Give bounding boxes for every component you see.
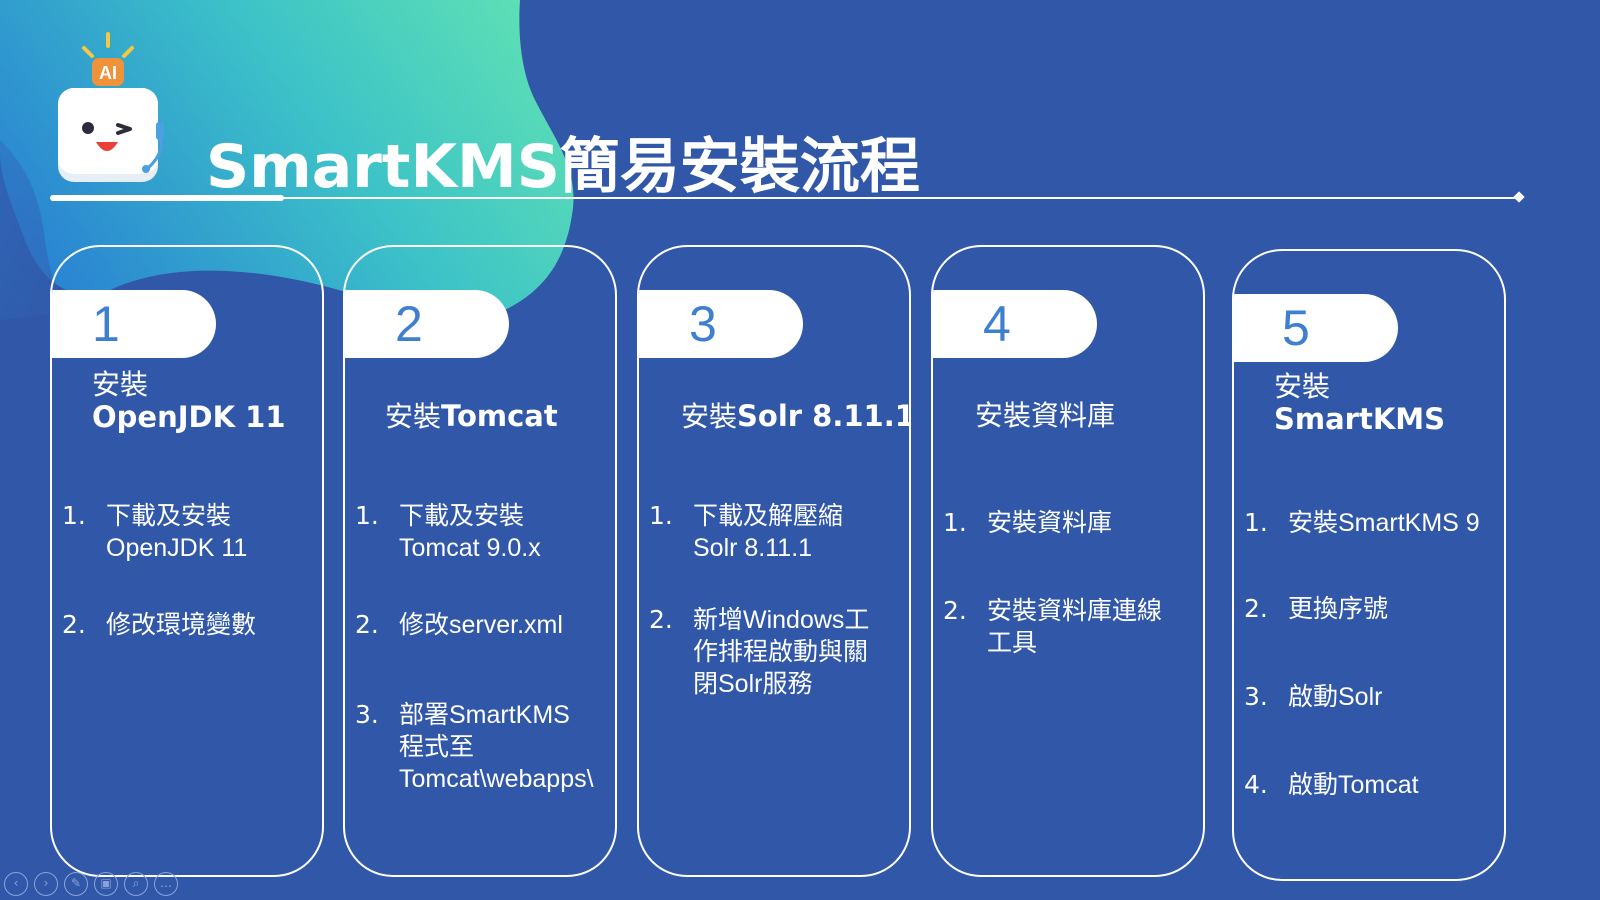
step-card-title: 安裝 SmartKMS xyxy=(1274,370,1446,436)
step-item-text: 啟動Solr xyxy=(1288,683,1383,711)
step-card-title-line2: Solr 8.11.1 xyxy=(737,399,911,433)
step-card-tab: 2 xyxy=(345,290,509,358)
page-title: SmartKMS簡易安裝流程 xyxy=(206,132,920,202)
title-divider-accent xyxy=(50,195,284,201)
step-card-4: 4 安裝資料庫 1. 安裝資料庫 2. 安裝資料庫連線 工具 xyxy=(931,245,1205,877)
step-item-number: 2. xyxy=(62,610,86,639)
step-item-number: 2. xyxy=(649,605,673,634)
step-card-title: 安裝Solr 8.11.1 xyxy=(681,399,911,433)
step-item-number: 2. xyxy=(355,610,379,639)
step-card-title: 安裝Tomcat xyxy=(385,400,558,433)
step-card-1: 1 安裝 OpenJDK 11 1. 下載及安裝 OpenJDK 11 2. 修… xyxy=(50,245,324,877)
step-item-number: 1. xyxy=(1244,508,1268,537)
step-card-title-line2: SmartKMS xyxy=(1274,402,1446,436)
step-card-tab: 5 xyxy=(1234,294,1398,362)
step-item-text: 下載及安裝 Tomcat 9.0.x xyxy=(399,502,541,562)
step-card-title: 安裝資料庫 xyxy=(975,400,1115,432)
step-item-text: 修改環境變數 xyxy=(106,611,257,639)
step-item-text: 更換序號 xyxy=(1288,595,1389,623)
step-card-title-line2: Tomcat xyxy=(441,399,558,433)
step-card-number: 2 xyxy=(395,296,423,352)
step-item-text: 安裝資料庫連線 工具 xyxy=(987,597,1163,657)
step-card-title-line1: 安裝資料庫 xyxy=(975,399,1116,432)
mascot-icon: AI xyxy=(58,32,164,182)
step-card-tab: 1 xyxy=(52,290,216,358)
more-icon[interactable]: … xyxy=(154,872,178,896)
step-item-number: 1. xyxy=(943,508,967,537)
step-card-number: 4 xyxy=(983,296,1011,352)
step-card-number: 5 xyxy=(1282,300,1310,356)
step-card-tab: 4 xyxy=(933,290,1097,358)
step-card-title-line1: 安裝 xyxy=(1274,370,1331,403)
step-item-number: 1. xyxy=(62,501,86,530)
step-card-title-line1: 安裝 xyxy=(385,400,442,433)
step-item-text: 安裝SmartKMS 9 xyxy=(1288,509,1480,537)
mascot-badge-text: AI xyxy=(99,63,117,83)
prev-slide-icon[interactable]: ‹ xyxy=(4,872,28,896)
step-card-title: 安裝 OpenJDK 11 xyxy=(92,368,286,434)
zoom-icon[interactable]: ⌕ xyxy=(124,872,148,896)
step-item-text: 安裝資料庫 xyxy=(987,509,1113,537)
step-item-number: 1. xyxy=(649,501,673,530)
step-item-number: 3. xyxy=(1244,682,1268,711)
step-card-2: 2 安裝Tomcat 1. 下載及安裝 Tomcat 9.0.x 2. 修改se… xyxy=(343,245,617,877)
step-item-text: 修改server.xml xyxy=(399,611,563,639)
step-card-title-line1: 安裝 xyxy=(92,368,149,401)
step-item-number: 3. xyxy=(355,700,379,729)
step-card-number: 1 xyxy=(92,296,120,352)
step-item-text: 下載及安裝 OpenJDK 11 xyxy=(106,502,248,562)
step-item-text: 部署SmartKMS 程式至 Tomcat\webapps\ xyxy=(399,701,594,793)
pen-icon[interactable]: ✎ xyxy=(64,872,88,896)
step-item-number: 4. xyxy=(1244,770,1268,799)
presentation-controls: ‹ › ✎ ▣ ⌕ … xyxy=(4,872,178,896)
step-item-number: 2. xyxy=(943,596,967,625)
step-item-text: 下載及解壓縮 Solr 8.11.1 xyxy=(693,502,844,562)
step-card-5: 5 安裝 SmartKMS 1. 安裝SmartKMS 9 2. 更換序號 3.… xyxy=(1232,249,1506,881)
slide: AI SmartKMS簡易安裝流程 1 安裝 OpenJDK 11 1. 下載及… xyxy=(0,0,1600,900)
slides-icon[interactable]: ▣ xyxy=(94,872,118,896)
step-card-title-line2: OpenJDK 11 xyxy=(92,400,286,434)
step-card-title-line1: 安裝 xyxy=(681,400,738,433)
step-item-text: 啟動Tomcat xyxy=(1288,771,1419,799)
step-item-text: 新增Windows工 作排程啟動與關 閉Solr服務 xyxy=(693,606,870,698)
step-item-number: 1. xyxy=(355,501,379,530)
step-item-number: 2. xyxy=(1244,594,1268,623)
step-card-number: 3 xyxy=(689,296,717,352)
next-slide-icon[interactable]: › xyxy=(34,872,58,896)
step-card-3: 3 安裝Solr 8.11.1 1. 下載及解壓縮 Solr 8.11.1 2.… xyxy=(637,245,911,877)
step-card-tab: 3 xyxy=(639,290,803,358)
